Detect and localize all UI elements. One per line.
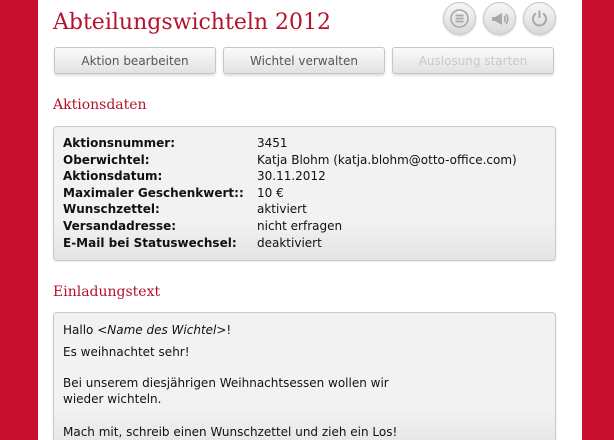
invitation-line: wieder wichteln. (63, 392, 162, 406)
info-value: deaktiviert (257, 235, 322, 250)
logout-button[interactable] (523, 2, 556, 35)
section-heading-action-data: Aktionsdaten (53, 97, 147, 113)
info-value: aktiviert (257, 202, 307, 217)
info-row-status-email: E-Mail bei Statuswechsel: deaktiviert (63, 235, 517, 252)
info-label: E-Mail bei Statuswechsel: (63, 235, 237, 250)
section-heading-invitation: Einladungstext (53, 284, 161, 300)
start-draw-button: Auslosung starten (392, 47, 554, 74)
announce-button[interactable] (483, 2, 516, 35)
info-label: Maximaler Geschenkwert:: (63, 185, 244, 200)
list-icon (450, 9, 469, 28)
power-icon (532, 10, 547, 27)
greeting-prefix: Hallo (63, 323, 98, 337)
main-panel: Abteilungswichteln 2012 Aktion bearbeite… (38, 0, 582, 440)
list-button[interactable] (443, 2, 476, 35)
invitation-line: Es weihnachtet sehr! (63, 345, 190, 359)
info-label: Aktionsnummer: (63, 136, 175, 150)
info-row-organizer: Oberwichtel: Katja Blohm (katja.blohm@ot… (63, 152, 517, 169)
greeting-suffix: ! (226, 323, 232, 337)
info-label: Versandadresse: (63, 218, 177, 233)
invitation-line: Mach mit, schreib einen Wunschzettel und… (63, 425, 398, 439)
invitation-line: Bei unserem diesjährigen Weihnachtsessen… (63, 376, 389, 390)
info-label: Aktionsdatum: (63, 169, 163, 184)
info-label: Wunschzettel: (63, 202, 160, 217)
invitation-greeting: Hallo <Name des Wichtel>! (63, 322, 397, 338)
invitation-text-box: Hallo <Name des Wichtel>! Es weihnachtet… (53, 312, 556, 440)
info-row-action-number: Aktionsnummer: 3451 (63, 135, 517, 152)
page-title: Abteilungswichteln 2012 (53, 10, 332, 35)
action-data-box: Aktionsnummer: 3451 Oberwichtel: Katja B… (53, 126, 556, 261)
recipient-placeholder: <Name des Wichtel> (97, 323, 227, 337)
megaphone-icon (491, 12, 509, 25)
invitation-text: Hallo <Name des Wichtel>! Es weihnachtet… (63, 322, 397, 440)
action-data-table: Aktionsnummer: 3451 Oberwichtel: Katja B… (63, 135, 517, 251)
info-row-action-date: Aktionsdatum: 30.11.2012 (63, 168, 517, 185)
info-value: 30.11.2012 (257, 169, 326, 184)
info-value: 10 € (257, 185, 284, 200)
info-row-shipping-address: Versandadresse: nicht erfragen (63, 218, 517, 235)
edit-action-button[interactable]: Aktion bearbeiten (54, 47, 216, 74)
info-value: nicht erfragen (257, 218, 343, 233)
info-label: Oberwichtel: (63, 152, 150, 167)
manage-wichtel-button[interactable]: Wichtel verwalten (223, 47, 385, 74)
info-row-wishlist: Wunschzettel: aktiviert (63, 201, 517, 218)
info-value: Katja Blohm (katja.blohm@otto-office.com… (257, 152, 517, 167)
info-row-max-gift-value: Maximaler Geschenkwert:: 10 € (63, 185, 517, 202)
info-value: 3451 (257, 136, 288, 150)
